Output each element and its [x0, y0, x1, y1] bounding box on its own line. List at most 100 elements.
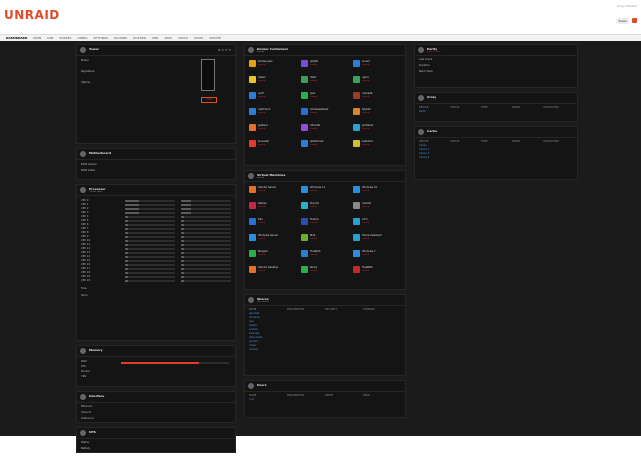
vm-name: Rocky: [310, 266, 318, 269]
docker-container[interactable]: qbittorrent started: [301, 139, 341, 149]
array-panel: Array DEVICE STATUS TEMP SMART UTILIZATION Pa…: [414, 92, 578, 122]
cpu-label: CPU 10: [81, 239, 91, 242]
share-row[interactable]: movies: [249, 348, 401, 352]
docker-container[interactable]: nginx started: [353, 75, 393, 85]
docker-container-state: started: [362, 144, 370, 146]
array-title: Array: [427, 95, 437, 99]
vm-icon: [353, 202, 360, 209]
docker-container[interactable]: radarr started: [249, 75, 289, 85]
vm-name: Mint: [310, 234, 316, 237]
vm[interactable]: Ubuntu Server started: [249, 185, 289, 195]
vm[interactable]: Arch started: [353, 217, 393, 227]
parity-status: Parity is valid: [427, 51, 441, 53]
cpu-bar-fill: [125, 204, 139, 206]
vm[interactable]: Windows 7 started: [353, 249, 393, 259]
docker-container[interactable]: sabnzbd started: [353, 139, 393, 149]
vm-state: started: [258, 238, 266, 240]
docker-container[interactable]: lidarr started: [301, 75, 341, 85]
share-name: isos: [249, 320, 254, 323]
docker-container-icon: [353, 124, 360, 131]
vm-icon: [353, 250, 360, 257]
vm[interactable]: Fedora started: [301, 217, 341, 227]
stop-button[interactable]: STOP: [201, 97, 217, 103]
panel-tools[interactable]: ⚙ ✎ ⟳ ✕: [218, 48, 231, 52]
docker-container[interactable]: plex started: [301, 91, 341, 101]
vm[interactable]: Home Assistant started: [353, 233, 393, 243]
vm[interactable]: Windows Server started: [249, 233, 289, 243]
share-col: DESCRIPTION: [287, 308, 304, 311]
vm-icon: [353, 266, 360, 273]
cpu-bar: [125, 240, 175, 242]
memory-bar-fill: [121, 362, 199, 364]
docker-container[interactable]: sonarr started: [353, 59, 393, 69]
server-icon: [80, 47, 86, 53]
bell-icon[interactable]: [632, 18, 637, 23]
docker-container-state: started: [362, 112, 370, 114]
header-status: Array Started: [616, 4, 637, 8]
docker-container[interactable]: tautulli started: [353, 107, 393, 117]
vm-name: Fedora: [310, 218, 319, 221]
docker-container-name: qbittorrent: [310, 140, 324, 143]
user-button[interactable]: Tower: [616, 18, 629, 24]
docker-container[interactable]: mariadb started: [353, 91, 393, 101]
vm-status: started: [257, 177, 265, 179]
docker-container[interactable]: jellyfin started: [301, 59, 341, 69]
cache-row[interactable]: Cache 4: [419, 156, 573, 160]
cache-col: TEMP: [481, 140, 488, 143]
vm[interactable]: Manjaro started: [249, 249, 289, 259]
user-row[interactable]: root: [249, 398, 401, 402]
vm[interactable]: Windows 10 started: [353, 185, 393, 195]
processor-panel: Processor Overall Load CPU 0 CPU 1 CPU 2 CP…: [76, 184, 236, 341]
docker-container[interactable]: influxdb started: [301, 123, 341, 133]
vm[interactable]: Rocky started: [301, 265, 341, 275]
cpu-bar: [125, 228, 175, 230]
vm-icon: [301, 234, 308, 241]
shield-icon: [418, 47, 424, 53]
cpu-label: CPU 7: [81, 227, 89, 230]
vm-state: started: [310, 206, 318, 208]
memory-legend-item: RAM: [81, 360, 87, 363]
docker-container[interactable]: portainer started: [353, 123, 393, 133]
user-name: root: [249, 398, 255, 401]
docker-container-name: plex: [310, 92, 316, 95]
vm-name: TrueNAS: [310, 250, 321, 253]
cpu-bar: [181, 268, 231, 270]
cpu-bar-fill: [125, 208, 139, 210]
vm-icon: [249, 186, 256, 193]
memory-title: Memory: [89, 348, 103, 352]
docker-container[interactable]: homeassistant started: [301, 107, 341, 117]
vm-name: Pop OS: [310, 202, 319, 205]
docker-container[interactable]: nextcloud started: [249, 107, 289, 117]
server-case-icon: [201, 59, 215, 91]
cpu-bar: [125, 224, 175, 226]
array-col: DEVICE: [419, 106, 429, 109]
share-name: music: [249, 344, 257, 347]
vm[interactable]: Pop OS started: [301, 201, 341, 211]
vm[interactable]: Ubuntu Desktop started: [249, 265, 289, 275]
vm[interactable]: Windows 11 started: [301, 185, 341, 195]
cpu-bar: [181, 260, 231, 262]
docker-container[interactable]: grafana started: [249, 123, 289, 133]
vm[interactable]: FreeBSD started: [353, 265, 393, 275]
docker-container[interactable]: unifi started: [249, 91, 289, 101]
array-row[interactable]: Parity: [419, 110, 573, 114]
vm-state: started: [310, 190, 318, 192]
cpu-label: CPU 12: [81, 247, 91, 250]
cpu-label: CPU 16: [81, 263, 91, 266]
cpu-bar-fill: [125, 256, 128, 258]
vm[interactable]: Kali started: [249, 217, 289, 227]
vm[interactable]: Mint started: [301, 233, 341, 243]
brand-logo[interactable]: UNRAID: [4, 8, 60, 22]
docker-container-name: unifi: [258, 92, 264, 95]
docker-container-icon: [301, 92, 308, 99]
vm-state: started: [258, 190, 266, 192]
docker-container[interactable]: binhex-plex started: [249, 59, 289, 69]
vm[interactable]: macOS started: [353, 201, 393, 211]
docker-container[interactable]: krusader started: [249, 139, 289, 149]
cpu-bar: [125, 244, 175, 246]
server-info-line: Model: [81, 59, 89, 62]
vm[interactable]: Debian started: [249, 201, 289, 211]
cpu-bar-fill: [181, 232, 184, 234]
server-panel: Tower ⚙ ✎ ⟳ ✕ Model Registered Uptime STOP: [76, 44, 236, 144]
vm[interactable]: TrueNAS started: [301, 249, 341, 259]
